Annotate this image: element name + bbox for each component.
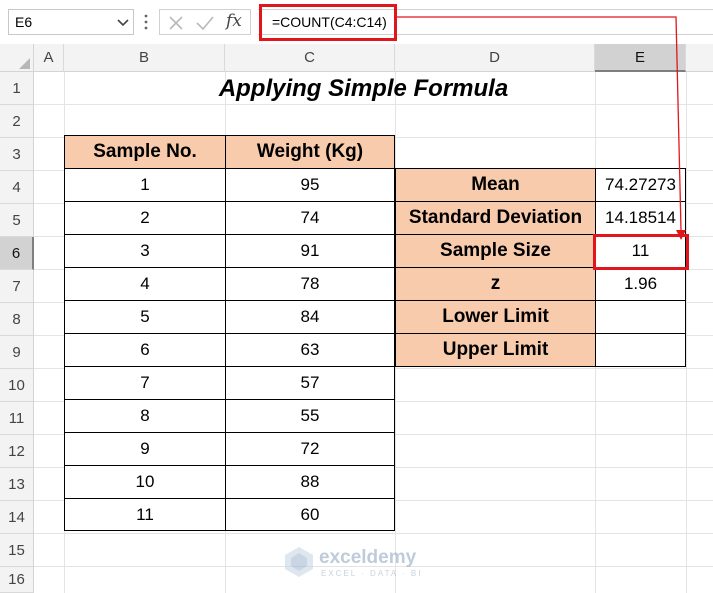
- stat-value-upper-limit[interactable]: [595, 333, 686, 367]
- exceldemy-watermark: exceldemy EXCEL · DATA · BI: [283, 545, 433, 581]
- stat-label-sample-size[interactable]: Sample Size: [395, 234, 596, 268]
- sample-no-cell[interactable]: 6: [64, 333, 226, 367]
- sample-no-cell[interactable]: 3: [64, 234, 226, 268]
- header-weight[interactable]: Weight (Kg): [225, 135, 395, 169]
- weight-cell[interactable]: 60: [225, 498, 395, 531]
- sample-no-cell[interactable]: 7: [64, 366, 226, 400]
- sample-no-cell[interactable]: 1: [64, 168, 226, 202]
- sample-no-cell[interactable]: 11: [64, 498, 226, 531]
- stat-label-std-dev[interactable]: Standard Deviation: [395, 201, 596, 235]
- select-all-icon: [19, 58, 30, 69]
- formula-highlight-box: [259, 4, 397, 41]
- row-header-9[interactable]: 9: [0, 336, 34, 369]
- chevron-down-icon[interactable]: [115, 13, 131, 31]
- sample-no-cell[interactable]: 4: [64, 267, 226, 301]
- row-header-8[interactable]: 8: [0, 303, 34, 336]
- weight-cell[interactable]: 74: [225, 201, 395, 235]
- sheet-title-cell[interactable]: Applying Simple Formula: [34, 72, 713, 105]
- check-icon[interactable]: [194, 13, 216, 38]
- stat-value-std-dev[interactable]: 14.18514: [595, 201, 686, 235]
- row-header-7[interactable]: 7: [0, 270, 34, 303]
- sample-no-cell[interactable]: 2: [64, 201, 226, 235]
- stat-label-upper-limit[interactable]: Upper Limit: [395, 333, 596, 367]
- row-header-13[interactable]: 13: [0, 468, 34, 501]
- sample-no-cell[interactable]: 8: [64, 399, 226, 433]
- more-options-icon[interactable]: [143, 12, 149, 32]
- row-header-16[interactable]: 16: [0, 567, 34, 593]
- gridline: [686, 72, 687, 593]
- weight-cell[interactable]: 78: [225, 267, 395, 301]
- row-header-2[interactable]: 2: [0, 105, 34, 138]
- fx-icon[interactable]: fx: [226, 11, 242, 31]
- column-header-f[interactable]: [686, 44, 713, 72]
- stat-label-lower-limit[interactable]: Lower Limit: [395, 300, 596, 334]
- stat-value-z[interactable]: 1.96: [595, 267, 686, 301]
- weight-cell[interactable]: 72: [225, 432, 395, 466]
- stat-label-z[interactable]: z: [395, 267, 596, 301]
- row-header-12[interactable]: 12: [0, 435, 34, 468]
- x-icon[interactable]: [166, 13, 186, 38]
- column-header-a[interactable]: A: [34, 44, 64, 72]
- stat-label-mean[interactable]: Mean: [395, 168, 596, 202]
- sample-no-cell[interactable]: 9: [64, 432, 226, 466]
- sample-no-cell[interactable]: 5: [64, 300, 226, 334]
- watermark-name: exceldemy: [319, 547, 417, 568]
- column-header-d[interactable]: D: [395, 44, 595, 72]
- sample-no-cell[interactable]: 10: [64, 465, 226, 499]
- row-header-4[interactable]: 4: [0, 171, 34, 204]
- row-header-5[interactable]: 5: [0, 204, 34, 237]
- column-header-e[interactable]: E: [595, 44, 686, 72]
- header-sample-no[interactable]: Sample No.: [64, 135, 226, 169]
- weight-cell[interactable]: 57: [225, 366, 395, 400]
- column-header-b[interactable]: B: [64, 44, 225, 72]
- weight-cell[interactable]: 95: [225, 168, 395, 202]
- formula-buttons: fx: [159, 9, 251, 35]
- exceldemy-logo-icon: [283, 545, 315, 584]
- row-header-15[interactable]: 15: [0, 534, 34, 567]
- weight-cell[interactable]: 55: [225, 399, 395, 433]
- weight-cell[interactable]: 91: [225, 234, 395, 268]
- row-header-11[interactable]: 11: [0, 402, 34, 435]
- row-header-6[interactable]: 6: [0, 237, 34, 270]
- name-box-value: E6: [15, 14, 33, 30]
- weight-cell[interactable]: 84: [225, 300, 395, 334]
- row-header-10[interactable]: 10: [0, 369, 34, 402]
- weight-cell[interactable]: 63: [225, 333, 395, 367]
- row-header-1[interactable]: 1: [0, 72, 34, 105]
- row-header-14[interactable]: 14: [0, 501, 34, 534]
- row-header-3[interactable]: 3: [0, 138, 34, 171]
- weight-cell[interactable]: 88: [225, 465, 395, 499]
- sheet-title: Applying Simple Formula: [218, 74, 509, 102]
- column-header-c[interactable]: C: [225, 44, 395, 72]
- name-box[interactable]: E6: [8, 9, 134, 35]
- stat-value-mean[interactable]: 74.27273: [595, 168, 686, 202]
- selected-cell-highlight: [593, 234, 689, 270]
- stat-value-lower-limit[interactable]: [595, 300, 686, 334]
- watermark-tagline: EXCEL · DATA · BI: [321, 569, 423, 578]
